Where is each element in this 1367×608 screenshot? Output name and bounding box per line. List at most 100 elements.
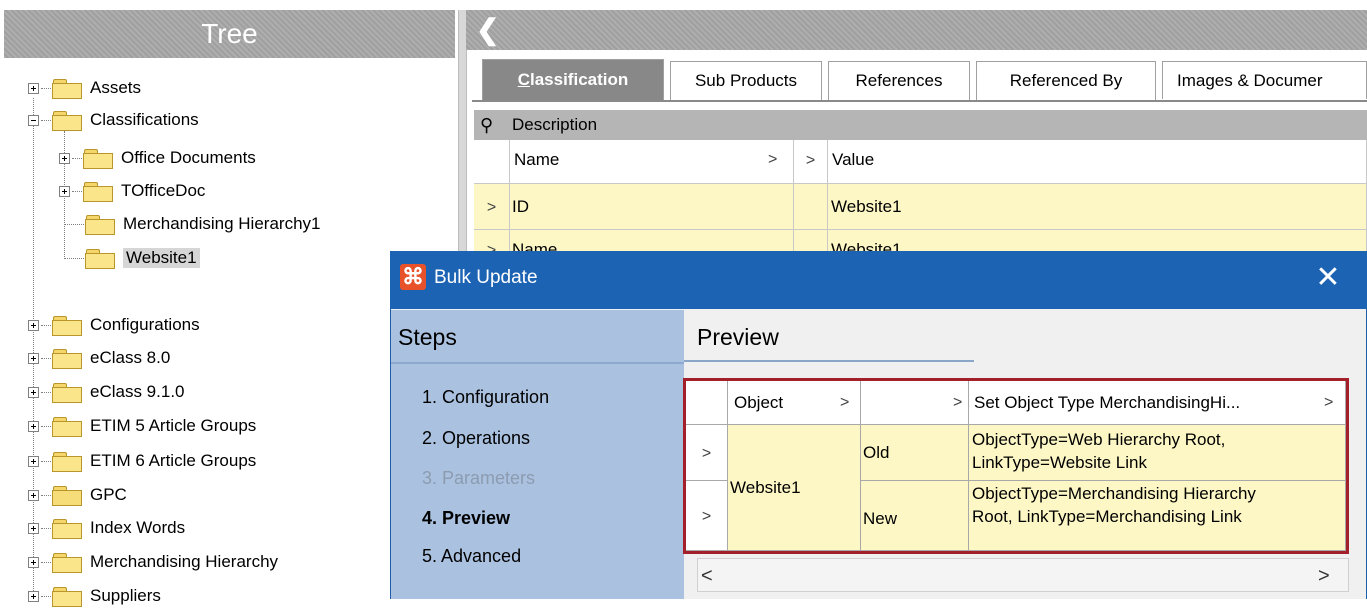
row-indicator-header [686,381,728,425]
step-operations[interactable]: 2. Operations [422,428,530,449]
tree-item-label: Assets [90,78,142,97]
expand-icon[interactable] [59,152,70,164]
tab-referenced-by[interactable]: Referenced By [976,61,1156,100]
tree-item-tofficedoc[interactable]: TOfficeDoc [59,179,205,203]
value-line: LinkType=Website Link [972,453,1147,472]
tree-item-assets[interactable]: Assets [28,76,141,100]
divider [684,360,974,362]
tree-item-merchandising-hierarchy1[interactable]: Merchandising Hierarchy1 [64,212,320,236]
divider [391,362,684,364]
chevron-right-icon[interactable]: > [1324,381,1333,424]
chevron-right-icon[interactable]: > [487,199,496,216]
tree-item-website1[interactable]: Website1 [64,246,200,270]
row-expander[interactable]: > [686,481,728,551]
chevron-right-icon[interactable]: > [702,445,711,462]
expand-icon[interactable] [28,489,39,501]
step-preview[interactable]: 4. Preview [422,508,510,529]
horizontal-scrollbar[interactable] [697,558,1349,592]
chevron-right-icon[interactable]: > [840,381,849,424]
new-value-cell[interactable]: ObjectType=Merchandising Hierarchy Root,… [969,481,1346,551]
tree-item-label: Website1 [123,248,200,268]
expand-icon[interactable] [28,455,39,467]
tree-item-etim-5[interactable]: ETIM 5 Article Groups [28,414,256,438]
expand-icon[interactable] [28,420,39,432]
row-indicator-header [474,140,510,184]
column-header-state[interactable]: > [861,381,969,425]
editor-header [466,10,1367,50]
tree-item-suppliers[interactable]: Suppliers [28,584,161,608]
tree-item-label: eClass 9.1.0 [90,382,185,401]
scroll-left-button[interactable]: < [701,564,721,588]
folder-icon [52,348,82,369]
state-cell-old: Old [861,425,969,481]
chevron-right-icon[interactable]: > [806,152,815,169]
scroll-right-button[interactable]: > [1318,564,1338,588]
column-header-name[interactable]: Name > [510,140,794,184]
expand-icon[interactable] [28,556,39,568]
attribute-value[interactable]: Website1 [828,184,1367,230]
folder-icon [83,148,113,169]
state-cell-new: New [861,481,969,551]
chevron-right-icon[interactable]: > [768,140,777,180]
tab-sub-products[interactable]: Sub Products [670,61,822,100]
expand-icon[interactable] [28,352,39,364]
row-expander[interactable]: > [686,425,728,481]
object-cell[interactable]: Website1 [728,425,861,551]
tree-item-label: ETIM 5 Article Groups [90,416,257,435]
chevron-right-icon[interactable]: > [953,381,962,424]
tree-item-label: Merchandising Hierarchy [90,552,279,571]
tree-item-label: TOfficeDoc [121,181,206,200]
description-label: Description [512,115,598,134]
column-header-value[interactable]: Value [828,140,1367,184]
tree-item-eclass-9[interactable]: eClass 9.1.0 [28,380,185,404]
expand-icon[interactable] [28,522,39,534]
close-icon[interactable]: ✕ [1308,258,1348,298]
chevron-right-icon[interactable]: > [702,508,711,525]
folder-icon [83,181,113,202]
tree-item-classifications[interactable]: Classifications [28,108,199,132]
column-header-operation[interactable]: Set Object Type MerchandisingHi... > [969,381,1346,425]
step-parameters: 3. Parameters [422,468,536,488]
expand-icon[interactable] [28,590,39,602]
folder-icon [85,214,115,235]
column-header-chevron[interactable]: > [794,140,828,184]
dialog-title: Bulk Update [434,267,538,288]
tree-item-index-words[interactable]: Index Words [28,516,185,540]
attribute-value[interactable]: Website1 [828,230,1367,252]
expand-icon[interactable] [28,319,39,331]
tree-item-merchandising-hierarchy[interactable]: Merchandising Hierarchy [28,550,278,574]
collapse-icon[interactable] [28,114,39,126]
folder-icon [52,382,82,403]
tab-images-documents[interactable]: Images & Documer [1162,61,1367,99]
folder-icon [52,78,82,99]
column-header-object[interactable]: Object > [728,381,861,425]
attribute-name: ID [510,184,794,230]
tree-item-configurations[interactable]: Configurations [28,313,200,337]
attribute-spacer [794,230,828,252]
description-bar[interactable]: ⚲ Description [474,110,1367,140]
folder-icon [52,315,82,336]
app-logo-icon: ⌘ [400,264,426,290]
expand-icon[interactable] [59,185,70,197]
tree-item-office-documents[interactable]: Office Documents [59,146,256,170]
tree-item-label: Office Documents [121,148,256,167]
pin-icon[interactable]: ⚲ [480,110,493,140]
folder-icon [52,586,82,607]
tree-item-etim-6[interactable]: ETIM 6 Article Groups [28,449,256,473]
tree-item-label: Merchandising Hierarchy1 [123,214,321,233]
step-advanced[interactable]: 5. Advanced [422,546,521,567]
folder-icon [52,416,82,437]
collapse-panel-button[interactable]: ❮ [476,14,500,46]
tree-item-gpc[interactable]: GPC [28,483,127,507]
tab-references[interactable]: References [828,61,970,100]
step-configuration[interactable]: 1. Configuration [422,387,549,408]
folder-icon [52,110,82,131]
expand-icon[interactable] [28,82,39,94]
old-value-cell[interactable]: ObjectType=Web Hierarchy Root, LinkType=… [969,425,1346,481]
tree-item-eclass-8[interactable]: eClass 8.0 [28,346,170,370]
folder-icon [52,451,82,472]
tab-classification[interactable]: Classification [482,59,664,100]
row-expander[interactable]: > [474,230,510,252]
row-expander[interactable]: > [474,184,510,230]
expand-icon[interactable] [28,386,39,398]
